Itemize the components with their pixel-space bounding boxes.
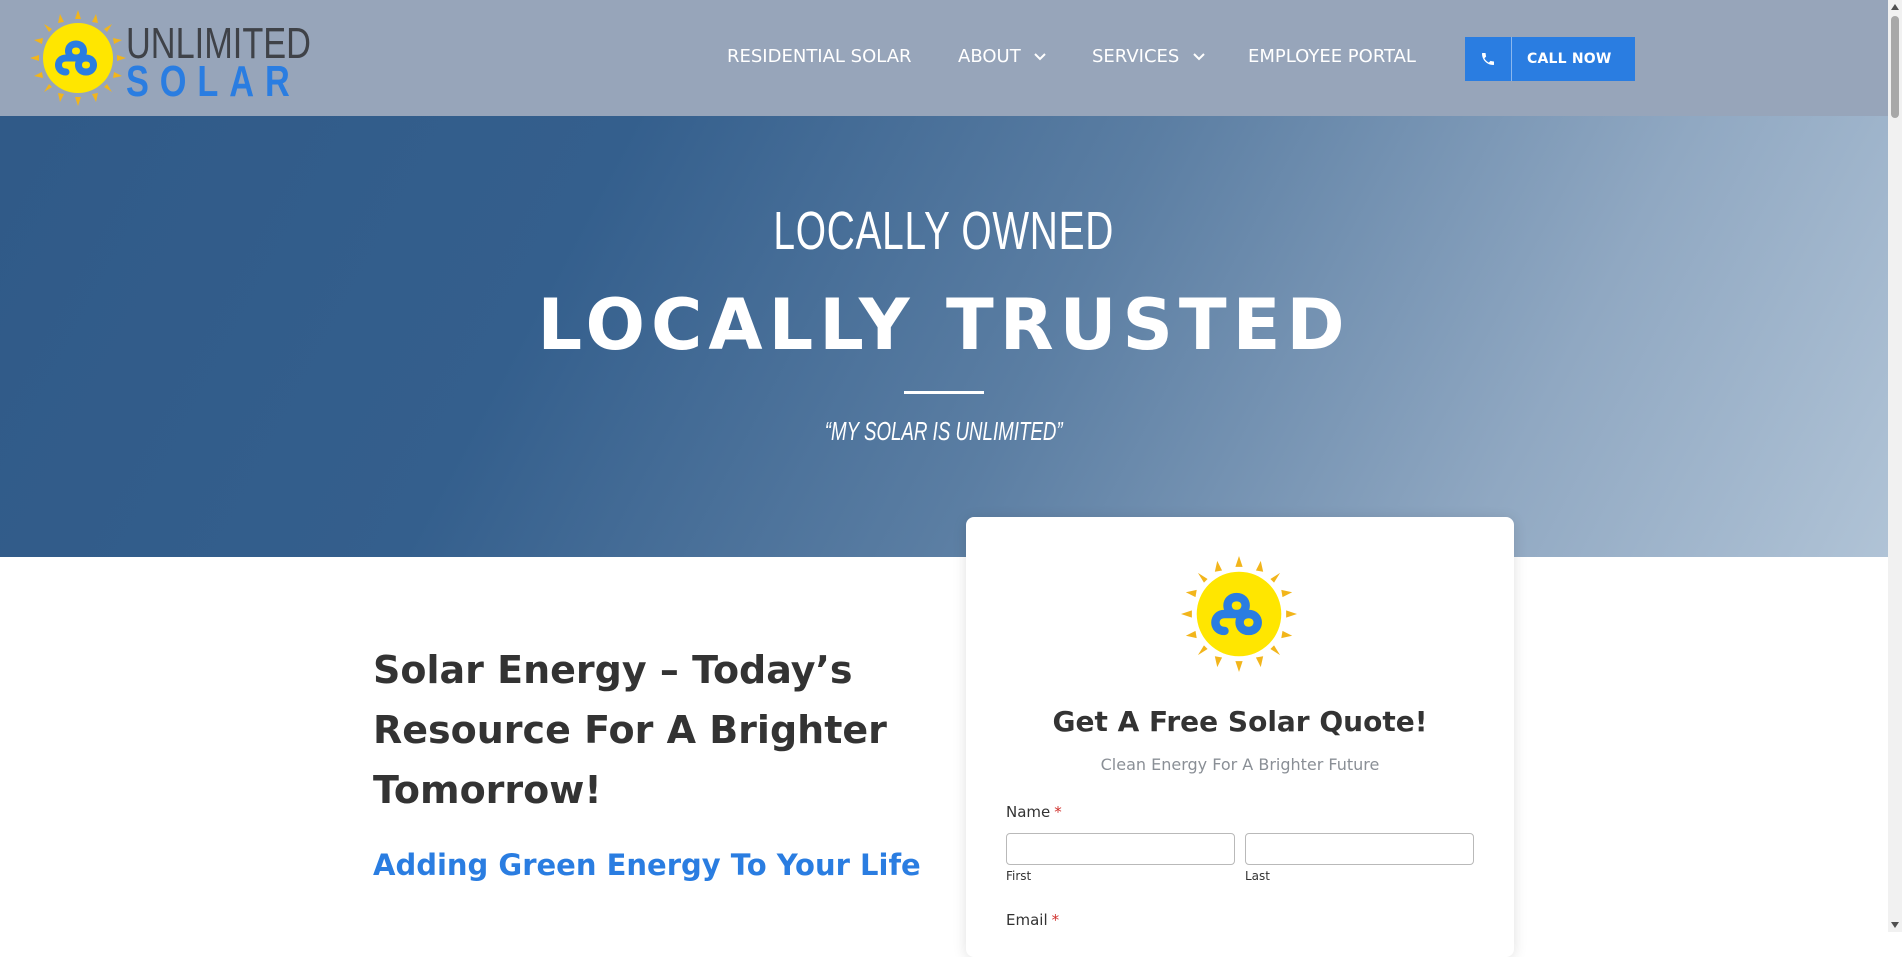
hero-title-locally-owned: LOCALLY OWNED bbox=[773, 201, 1115, 261]
email-label-text: Email bbox=[1006, 911, 1048, 929]
first-name-input[interactable] bbox=[1006, 833, 1235, 865]
nav-item-label: EMPLOYEE PORTAL bbox=[1248, 46, 1416, 67]
nav-employee-portal[interactable]: EMPLOYEE PORTAL bbox=[1248, 46, 1416, 67]
nav-residential-solar[interactable]: RESIDENTIAL SOLAR bbox=[727, 46, 912, 67]
required-mark: * bbox=[1051, 911, 1060, 929]
scroll-up-arrow-icon[interactable] bbox=[1891, 4, 1899, 10]
form-title: Get A Free Solar Quote! bbox=[1052, 705, 1428, 738]
last-name-sublabel: Last bbox=[1245, 869, 1270, 883]
first-name-sublabel: First bbox=[1006, 869, 1032, 883]
hero-title-locally-trusted: LOCALLY TRUSTED bbox=[537, 284, 1351, 366]
email-field-label: Email * bbox=[1006, 911, 1059, 929]
call-now-button[interactable]: CALL NOW bbox=[1465, 37, 1635, 81]
chevron-down-icon bbox=[1193, 53, 1205, 61]
scrollbar-thumb[interactable] bbox=[1891, 16, 1899, 118]
chevron-down-icon bbox=[1034, 53, 1047, 61]
sun-logo-icon bbox=[1181, 556, 1297, 672]
form-subtitle: Clean Energy For A Brighter Future bbox=[1100, 755, 1380, 774]
nav-services[interactable]: SERVICES bbox=[1092, 46, 1205, 67]
phone-icon bbox=[1465, 37, 1512, 81]
section-heading: Solar Energy – Today’s Resource For A Br… bbox=[373, 648, 887, 812]
section-subheading: Adding Green Energy To Your Life bbox=[373, 848, 921, 882]
name-field-label: Name * bbox=[1006, 803, 1062, 821]
nav-about[interactable]: ABOUT bbox=[958, 46, 1047, 67]
required-mark: * bbox=[1054, 803, 1062, 821]
quote-form-card: Get A Free Solar Quote! Clean Energy For… bbox=[966, 517, 1514, 957]
call-now-label: CALL NOW bbox=[1527, 51, 1612, 67]
nav-item-label: SERVICES bbox=[1092, 46, 1180, 67]
hero-divider bbox=[904, 391, 984, 394]
sun-logo-icon bbox=[30, 10, 126, 106]
nav-item-label: ABOUT bbox=[958, 46, 1021, 67]
site-logo[interactable]: UNLIMITED SOLAR bbox=[30, 10, 330, 106]
hero-tagline: “MY SOLAR IS UNLIMITED” bbox=[824, 416, 1063, 446]
site-header: UNLIMITED SOLAR RESIDENTIAL SOLAR ABOUT … bbox=[0, 0, 1888, 116]
nav-item-label: RESIDENTIAL SOLAR bbox=[727, 46, 912, 67]
hero-banner: LOCALLY OWNED LOCALLY TRUSTED “MY SOLAR … bbox=[0, 116, 1888, 557]
page-scrollbar[interactable] bbox=[1888, 0, 1902, 932]
logo-text-solar: SOLAR bbox=[126, 57, 301, 106]
last-name-input[interactable] bbox=[1245, 833, 1474, 865]
scroll-down-arrow-icon[interactable] bbox=[1891, 922, 1899, 928]
name-label-text: Name bbox=[1006, 803, 1051, 821]
